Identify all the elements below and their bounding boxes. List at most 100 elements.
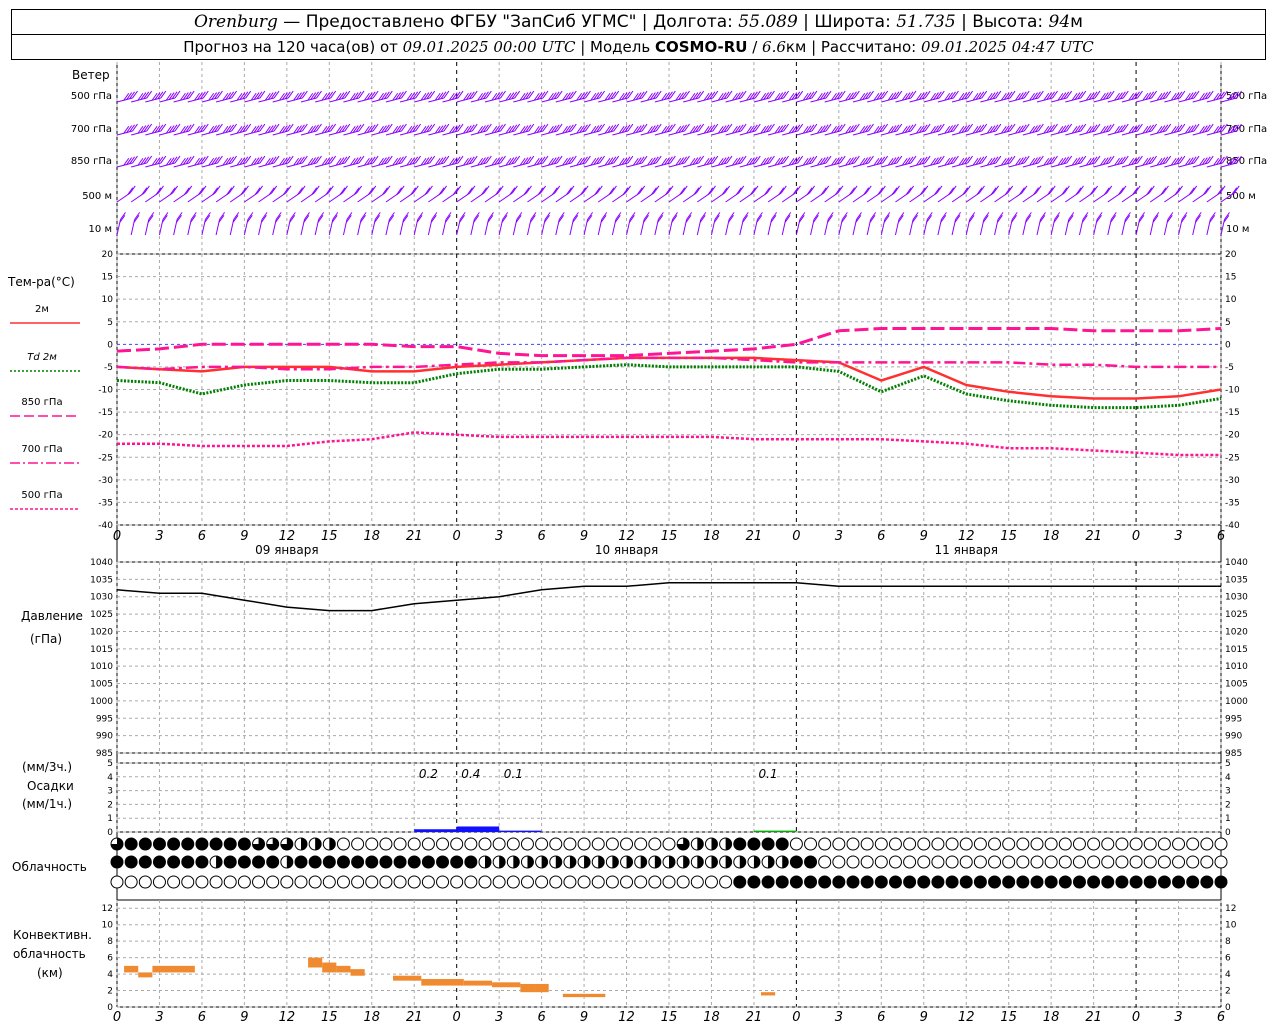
- cloud-circle-outline: [450, 837, 464, 851]
- x-tick-label: 3: [1174, 529, 1182, 544]
- pressure-ytick-left: 1030: [90, 593, 113, 603]
- cloud-cover-circle: [917, 837, 931, 851]
- cloud-cover-circle: [138, 875, 152, 889]
- wind-barb: [979, 212, 990, 236]
- wind-barb-feather: [316, 123, 322, 132]
- temp-ytick-left: -30: [98, 476, 113, 486]
- wind-level-label-left: 700 гПа: [71, 124, 112, 135]
- cloud-circle-outline: [1002, 837, 1016, 851]
- wind-barb: [201, 212, 211, 236]
- wind-barb-feather: [358, 123, 365, 132]
- wind-barb: [1107, 212, 1117, 236]
- wind-barb-feather: [1122, 123, 1129, 132]
- cloud-cover-circle: [351, 875, 365, 889]
- wind-barb-feather: [967, 155, 973, 164]
- pressure-ytick-right: 1010: [1225, 662, 1248, 672]
- precip-ytick-right: 4: [1225, 773, 1231, 783]
- convective-cloud-bar: [463, 980, 493, 986]
- cloud-circle-outline: [280, 875, 294, 889]
- wind-barb-feather: [1151, 123, 1157, 132]
- cloud-cover-circle: [945, 855, 959, 869]
- cloud-cover-circle: [393, 837, 407, 851]
- cloud-circle-outline: [520, 837, 534, 851]
- wind-barb: [258, 212, 268, 236]
- wind-barb-feather: [669, 90, 676, 99]
- wind-barb-feather: [217, 123, 223, 132]
- wind-barb-feather: [273, 123, 280, 132]
- cloud-cover-circle: [110, 837, 124, 851]
- cloud-circle-outline: [308, 875, 322, 889]
- wind-barb-feather: [783, 90, 789, 99]
- wind-barb-feather: [174, 155, 181, 164]
- cloud-cover-circle: [336, 855, 350, 869]
- precip-bar: [499, 830, 542, 832]
- cloud-cover-circle: [1016, 875, 1030, 889]
- wind-barb-feather: [585, 155, 591, 164]
- wind-barb-feather: [599, 90, 605, 99]
- cloud-circle-outline: [266, 855, 280, 869]
- precip-ytick-right: 3: [1225, 787, 1231, 797]
- cloud-cover-circle: [1129, 855, 1143, 869]
- cloud-circle-outline: [903, 837, 917, 851]
- wind-barb: [526, 212, 537, 236]
- wind-barb-feather: [188, 123, 195, 132]
- cloud-cover-circle: [1087, 855, 1101, 869]
- wind-barb-feather: [174, 90, 181, 99]
- wind-barb-feather: [726, 123, 733, 132]
- wind-barb-feather: [386, 90, 393, 99]
- wind-barb-feather: [570, 155, 577, 164]
- wind-barb-feather: [641, 123, 648, 132]
- wind-barb-feather: [853, 155, 860, 164]
- cloud-circle-outline: [959, 837, 973, 851]
- wind-barb-feather: [684, 90, 690, 99]
- wind-barb-feather: [1052, 90, 1058, 99]
- cloud-cover-circle: [577, 875, 591, 889]
- cloud-cover-circle: [1030, 837, 1044, 851]
- cloud-cover-circle: [294, 837, 308, 851]
- x-tick-label-bottom: 18: [1043, 1010, 1060, 1024]
- x-tick-label-bottom: 9: [920, 1010, 928, 1024]
- wind-barb: [512, 212, 523, 236]
- cloud-circle-outline: [860, 875, 874, 889]
- wind-barb: [470, 212, 480, 236]
- x-tick-label-bottom: 9: [580, 1010, 588, 1024]
- cloud-cover-circle: [676, 837, 690, 851]
- wind-barb-feather: [967, 123, 973, 132]
- cloud-circle-outline: [237, 855, 251, 869]
- temp-ytick-right: 0: [1225, 340, 1231, 350]
- wind-barb-feather: [698, 123, 705, 132]
- cloud-circle-outline: [704, 875, 718, 889]
- cloud-circle-outline: [167, 837, 181, 851]
- wind-barb-feather: [344, 155, 351, 164]
- cloud-circle-outline: [195, 855, 209, 869]
- x-tick-label: 21: [406, 529, 423, 544]
- wind-barb-feather: [1094, 90, 1101, 99]
- wind-barb-feather: [1165, 123, 1172, 132]
- wind-title: Ветер: [72, 68, 110, 82]
- wind-barb-feather: [712, 155, 719, 164]
- wind-barb-feather: [839, 123, 846, 132]
- wind-barb-feather: [712, 90, 719, 99]
- cloud-cover-circle: [1172, 837, 1186, 851]
- wind-barb-feather: [287, 90, 294, 99]
- cloud-circle-outline: [648, 875, 662, 889]
- wind-barb: [739, 212, 749, 236]
- cloud-cover-circle: [520, 875, 534, 889]
- cloud-cover-circle: [648, 875, 662, 889]
- wind-barb-feather: [528, 123, 535, 132]
- precip-annotation: 0.2: [419, 767, 438, 781]
- wind-barb-feather: [882, 123, 889, 132]
- precip-ytick-left: 0: [107, 828, 113, 838]
- wind-barb-feather: [386, 155, 393, 164]
- temp-ytick-left: 10: [102, 295, 114, 305]
- convective-cloud-bar: [520, 983, 535, 993]
- wind-barb-feather: [1066, 155, 1073, 164]
- wind-barb: [725, 212, 735, 236]
- cloud-circle-outline: [379, 875, 393, 889]
- cloud-cover-circle: [237, 875, 251, 889]
- cloud-circle-outline: [789, 855, 803, 869]
- wind-barb-feather: [273, 90, 280, 99]
- wind-barb: [894, 212, 905, 236]
- cloud-circle-outline: [167, 855, 181, 869]
- cloud-circle-outline: [903, 875, 917, 889]
